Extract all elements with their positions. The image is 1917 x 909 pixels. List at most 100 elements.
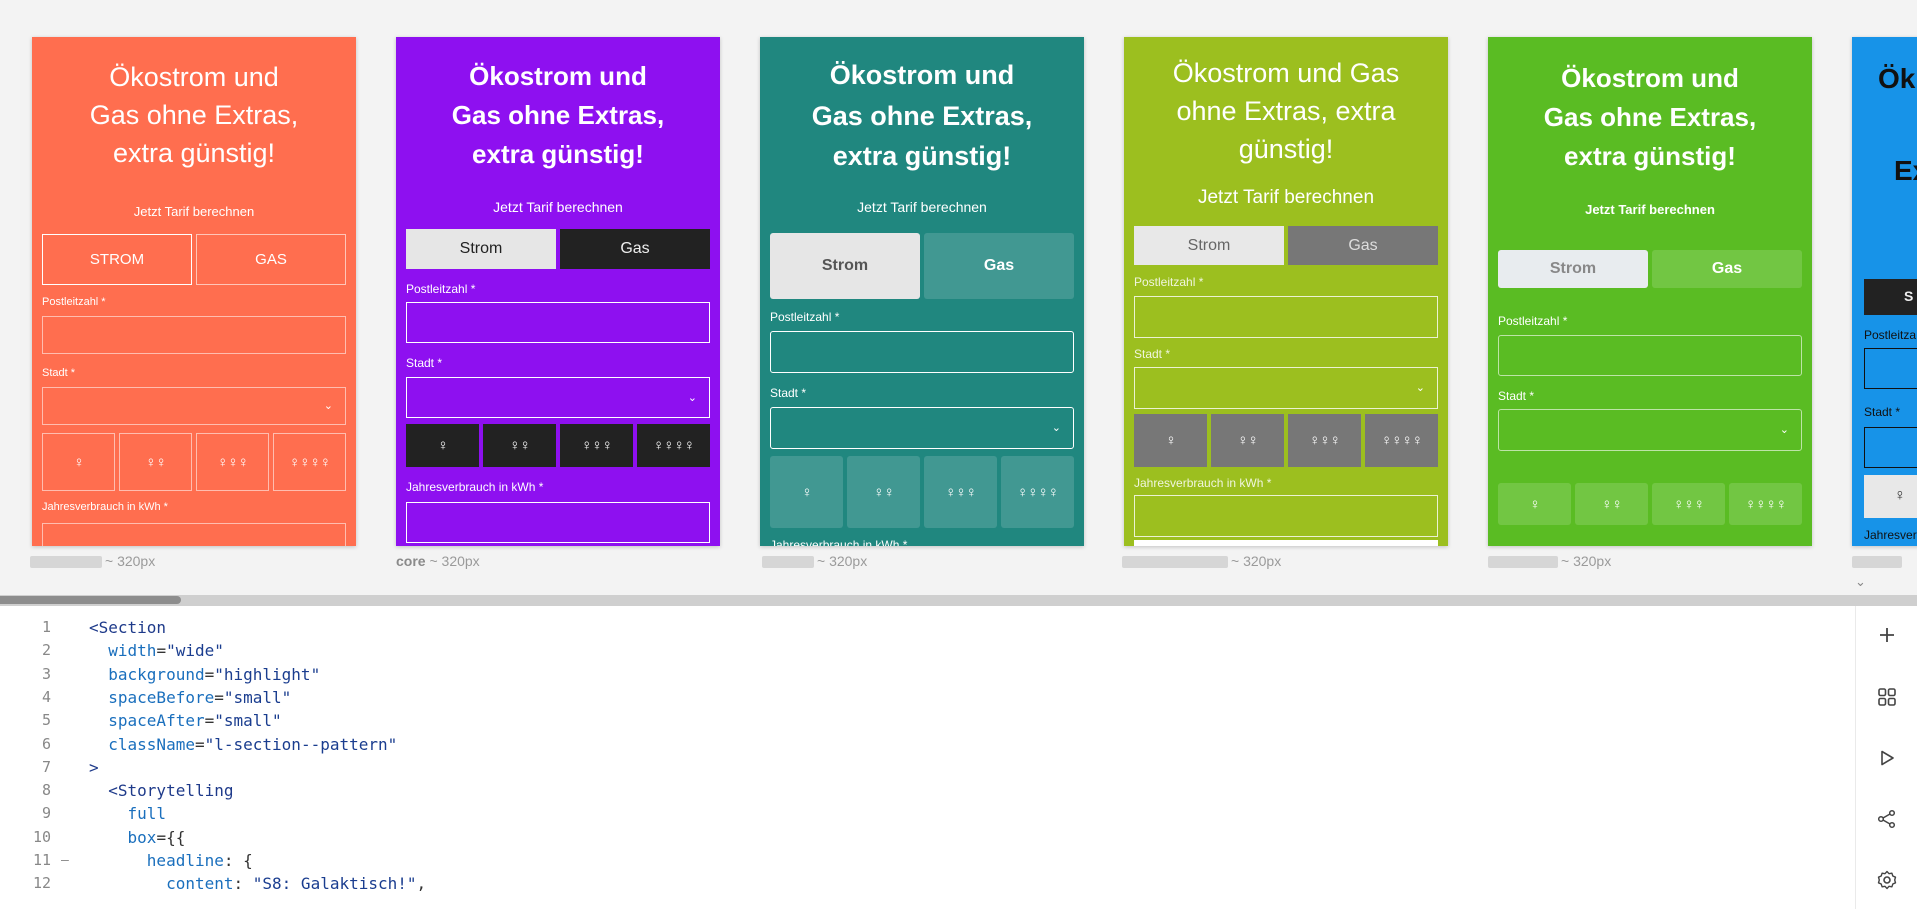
chevron-down-icon: ⌄ xyxy=(1415,381,1425,394)
person-1-option[interactable]: ♀ xyxy=(406,424,479,467)
preview-card-3[interactable]: Ökostrom und Gas ohne Extras, extra günsti… xyxy=(760,37,1084,546)
settings-icon[interactable] xyxy=(1872,865,1902,895)
preview-label-5: ~ 320px xyxy=(1488,553,1611,569)
share-icon[interactable] xyxy=(1872,804,1902,834)
code-token: content xyxy=(89,874,234,894)
stadt-select[interactable] xyxy=(1864,427,1917,468)
person-1-option[interactable]: ♀ xyxy=(1134,414,1207,467)
household-size-options: ♀ ♀♀ ♀♀♀ ♀♀♀♀ xyxy=(1134,414,1438,467)
code-line[interactable]: 4 spaceBefore="small" xyxy=(0,686,1855,709)
energy-tabs: Strom Gas xyxy=(770,233,1074,299)
person-1-option[interactable]: ♀ xyxy=(42,433,115,491)
play-icon[interactable] xyxy=(1872,743,1902,773)
persons-4-icon: ♀♀♀♀ xyxy=(289,453,331,471)
preview-card-4[interactable]: Ökostrom und Gas ohne Extras, extra günsti… xyxy=(1124,37,1448,546)
persons-4-icon: ♀♀♀♀ xyxy=(653,437,695,454)
code-line[interactable]: 6 className="l-section--pattern" xyxy=(0,733,1855,756)
jahresverbrauch-input[interactable] xyxy=(42,523,346,546)
chevron-down-icon: ⌄ xyxy=(687,391,697,404)
horizontal-scrollbar[interactable] xyxy=(0,595,1917,606)
scrollbar-thumb[interactable] xyxy=(0,596,181,604)
postleitzahl-input[interactable] xyxy=(1864,348,1917,389)
person-1-option[interactable]: ♀ xyxy=(1498,483,1571,525)
stadt-select[interactable]: ⌄ xyxy=(1134,367,1438,409)
person-2-option[interactable]: ♀♀ xyxy=(847,456,920,528)
postleitzahl-input[interactable] xyxy=(770,331,1074,373)
code-text: content: "S8: Galaktisch!", xyxy=(89,872,426,895)
code-line[interactable]: 8 <Storytelling xyxy=(0,779,1855,802)
person-2-option[interactable]: ♀♀ xyxy=(483,424,556,467)
postleitzahl-label: Postleitzahl * xyxy=(42,296,106,308)
jahresverbrauch-input[interactable] xyxy=(1134,495,1438,537)
tab-strom[interactable]: Strom xyxy=(406,229,556,269)
person-3-option[interactable]: ♀♀♀ xyxy=(1288,414,1361,467)
code-line[interactable]: 10 box={{ xyxy=(0,826,1855,849)
persons-2-icon: ♀♀ xyxy=(145,453,166,471)
person-1-option[interactable]: ♀ xyxy=(770,456,843,528)
chevron-down-icon[interactable]: ⌄ xyxy=(1855,574,1866,590)
stadt-select[interactable]: ⌄ xyxy=(1498,409,1802,451)
code-line[interactable]: 3 background="highlight" xyxy=(0,663,1855,686)
stadt-select[interactable]: ⌄ xyxy=(770,407,1074,449)
person-4-option[interactable]: ♀♀♀♀ xyxy=(637,424,710,467)
preview-card-5[interactable]: Ökostrom und Gas ohne Extras, extra günsti… xyxy=(1488,37,1812,546)
person-2-option[interactable]: ♀♀ xyxy=(1575,483,1648,525)
tab-strom[interactable]: Strom xyxy=(1134,226,1284,265)
person-3-option[interactable]: ♀♀♀ xyxy=(560,424,633,467)
code-line[interactable]: 9 full xyxy=(0,802,1855,825)
tab-strom[interactable]: Strom xyxy=(1498,250,1648,288)
code-line[interactable]: 5 spaceAfter="small" xyxy=(0,709,1855,732)
person-3-option[interactable]: ♀♀♀ xyxy=(1652,483,1725,525)
tab-strom[interactable]: S xyxy=(1864,279,1917,315)
postleitzahl-label: Postleitzahl * xyxy=(1498,314,1568,328)
persons-4-icon: ♀♀♀♀ xyxy=(1745,495,1787,513)
stadt-select[interactable]: ⌄ xyxy=(406,377,710,418)
person-4-option[interactable]: ♀♀♀♀ xyxy=(1729,483,1802,525)
preview-card-6[interactable]: Ök Ex S Postleitza Stadt * ♀ Jahresverbr xyxy=(1852,37,1917,546)
tab-gas[interactable]: Gas xyxy=(1652,250,1802,288)
person-4-option[interactable]: ♀♀♀♀ xyxy=(273,433,346,491)
postleitzahl-input[interactable] xyxy=(1134,296,1438,338)
person-icon: ♀ xyxy=(1165,432,1176,449)
person-4-option[interactable]: ♀♀♀♀ xyxy=(1001,456,1074,528)
grid-icon[interactable] xyxy=(1872,682,1902,712)
person-4-option[interactable]: ♀♀♀♀ xyxy=(1365,414,1438,467)
code-line[interactable]: 2 width="wide" xyxy=(0,639,1855,662)
code-line[interactable]: 12 content: "S8: Galaktisch!", xyxy=(0,872,1855,895)
person-3-option[interactable]: ♀♀♀ xyxy=(924,456,997,528)
plus-icon[interactable] xyxy=(1872,620,1902,650)
code-editor[interactable]: 1 <Section 2 width="wide" 3 background="hig… xyxy=(0,606,1855,909)
energy-tabs: Strom Gas xyxy=(1134,226,1438,265)
jahresverbrauch-input[interactable] xyxy=(406,502,710,543)
postleitzahl-input[interactable] xyxy=(42,316,346,354)
person-2-option[interactable]: ♀♀ xyxy=(119,433,192,491)
person-2-option[interactable]: ♀♀ xyxy=(1211,414,1284,467)
code-token: <Section xyxy=(89,618,167,637)
code-line[interactable]: 11– headline: { xyxy=(0,849,1855,872)
code-text: full xyxy=(89,802,167,825)
next-input[interactable] xyxy=(1134,540,1438,546)
person-1-option[interactable]: ♀ xyxy=(1864,475,1917,518)
tab-gas[interactable]: Gas xyxy=(560,229,710,269)
stadt-label: Stadt * xyxy=(1134,347,1171,361)
jahresverbrauch-label: Jahresverbr xyxy=(1864,528,1917,542)
person-3-option[interactable]: ♀♀♀ xyxy=(196,433,269,491)
stadt-select[interactable]: ⌄ xyxy=(42,387,346,425)
line-number: 9 xyxy=(41,804,51,823)
tab-strom[interactable]: Strom xyxy=(770,233,920,299)
code-token: : xyxy=(233,874,253,894)
preview-card-1[interactable]: Ökostrom und Gas ohne Extras, extra günsti… xyxy=(32,37,356,546)
code-line[interactable]: 7 > xyxy=(0,756,1855,779)
postleitzahl-input[interactable] xyxy=(406,302,710,343)
preview-card-2[interactable]: Ökostrom und Gas ohne Extras, extra günsti… xyxy=(396,37,720,546)
code-line[interactable]: 1 <Section xyxy=(0,616,1855,639)
household-size-options: ♀ ♀♀ ♀♀♀ ♀♀♀♀ xyxy=(770,456,1074,528)
tab-gas[interactable]: GAS xyxy=(196,234,346,285)
tab-strom[interactable]: STROM xyxy=(42,234,192,285)
persons-2-icon: ♀♀ xyxy=(509,437,530,454)
person-icon: ♀ xyxy=(1894,487,1906,504)
tab-gas[interactable]: Gas xyxy=(924,233,1074,299)
postleitzahl-input[interactable] xyxy=(1498,335,1802,376)
tab-gas[interactable]: Gas xyxy=(1288,226,1438,265)
fold-toggle-icon[interactable]: – xyxy=(61,849,69,872)
